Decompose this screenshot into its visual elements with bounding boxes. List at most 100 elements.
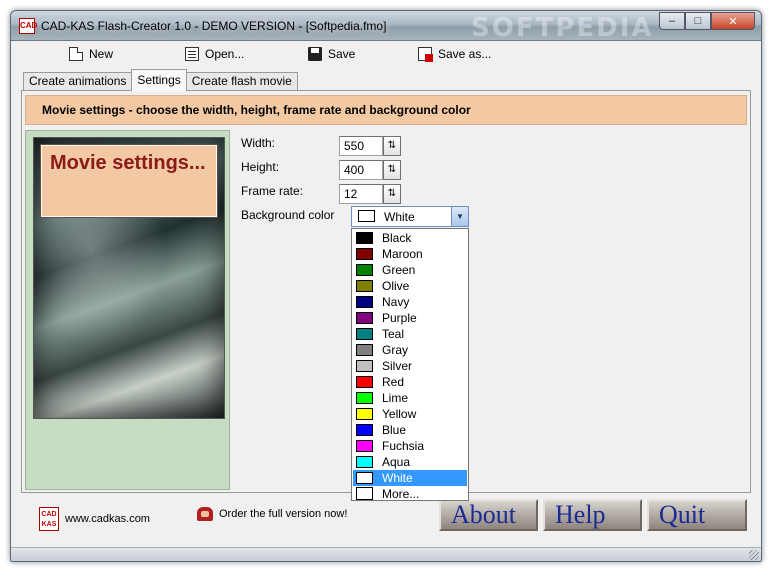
footer: CAD KAS www.cadkas.com Order the full ve… <box>11 495 761 545</box>
cadkas-logo-icon: CAD KAS <box>39 507 59 531</box>
color-option-white[interactable]: White <box>353 470 467 486</box>
open-label: Open... <box>205 47 245 61</box>
website-label: www.cadkas.com <box>65 513 150 525</box>
color-option-label: Navy <box>382 295 410 309</box>
height-spinner[interactable]: ⇅ <box>383 160 401 180</box>
toolbar: New Open... Save Save as... <box>11 43 761 69</box>
color-swatch <box>356 440 373 452</box>
color-swatch <box>356 408 373 420</box>
color-option-red[interactable]: Red <box>353 374 467 390</box>
bgcolor-combo[interactable]: White ▼ <box>351 206 469 227</box>
floppy-disk-icon <box>308 47 322 61</box>
color-option-gray[interactable]: Gray <box>353 342 467 358</box>
color-swatch <box>356 280 373 292</box>
help-button[interactable]: Help <box>543 499 642 531</box>
color-swatch <box>356 424 373 436</box>
tab-create-animations[interactable]: Create animations <box>23 72 133 91</box>
color-option-label: Purple <box>382 311 417 325</box>
selected-color-swatch <box>358 210 375 222</box>
tab-settings[interactable]: Settings <box>131 69 187 91</box>
color-option-label: Red <box>382 375 405 389</box>
phone-icon <box>197 507 213 521</box>
open-button[interactable]: Open... <box>185 47 244 61</box>
bgcolor-label: Background color <box>241 208 335 222</box>
color-swatch <box>356 360 373 372</box>
open-file-icon <box>185 47 199 61</box>
color-option-label: White <box>382 471 413 485</box>
color-swatch <box>356 456 373 468</box>
framerate-label: Frame rate: <box>241 184 304 198</box>
side-panel: Movie settings... <box>25 130 230 490</box>
width-label: Width: <box>241 136 276 150</box>
minimize-button[interactable]: – <box>659 12 685 30</box>
save-button[interactable]: Save <box>308 47 355 61</box>
save-as-label: Save as... <box>438 47 492 61</box>
window-title: CAD-KAS Flash-Creator 1.0 - DEMO VERSION… <box>41 19 387 33</box>
framerate-input[interactable]: 12 <box>339 184 383 204</box>
color-option-silver[interactable]: Silver <box>353 358 467 374</box>
maximize-button[interactable]: □ <box>685 12 711 30</box>
save-as-icon <box>418 47 433 62</box>
new-button[interactable]: New <box>69 47 113 61</box>
website-link[interactable]: CAD KAS www.cadkas.com <box>39 507 150 531</box>
color-swatch <box>356 328 373 340</box>
color-option-purple[interactable]: Purple <box>353 310 467 326</box>
framerate-spinner[interactable]: ⇅ <box>383 184 401 204</box>
color-option-label: Gray <box>382 343 409 357</box>
resize-grip-icon[interactable] <box>749 550 759 560</box>
status-bar <box>11 547 761 561</box>
window-controls: – □ ✕ <box>659 12 755 30</box>
color-swatch <box>356 248 373 260</box>
color-option-fuchsia[interactable]: Fuchsia <box>353 438 467 454</box>
about-button[interactable]: About <box>439 499 538 531</box>
decorative-photo: Movie settings... <box>33 137 225 419</box>
color-option-label: Green <box>382 263 416 277</box>
color-swatch <box>356 312 373 324</box>
color-swatch <box>356 264 373 276</box>
order-label: Order the full version now! <box>219 508 348 520</box>
color-option-black[interactable]: Black <box>353 230 467 246</box>
selected-color-label: White <box>384 210 415 224</box>
width-spinner[interactable]: ⇅ <box>383 136 401 156</box>
color-swatch <box>356 376 373 388</box>
color-swatch <box>356 296 373 308</box>
watermark: SOFTPEDIA <box>471 13 654 43</box>
height-input[interactable]: 400 <box>339 160 383 180</box>
color-option-aqua[interactable]: Aqua <box>353 454 467 470</box>
save-label: Save <box>328 47 356 61</box>
close-button[interactable]: ✕ <box>711 12 755 30</box>
color-option-blue[interactable]: Blue <box>353 422 467 438</box>
title-bar[interactable]: CAD CAD-KAS Flash-Creator 1.0 - DEMO VER… <box>11 11 761 43</box>
color-dropdown-list: Black Maroon Green Olive Navy Purple Teal Gray S… <box>351 228 469 501</box>
tab-create-flash-movie[interactable]: Create flash movie <box>185 72 298 91</box>
chevron-down-icon[interactable]: ▼ <box>451 207 468 226</box>
height-label: Height: <box>241 160 280 174</box>
color-option-label: Lime <box>382 391 409 405</box>
color-option-green[interactable]: Green <box>353 262 467 278</box>
settings-banner: Movie settings - choose the width, heigh… <box>25 95 747 125</box>
width-input[interactable]: 550 <box>339 136 383 156</box>
color-option-yellow[interactable]: Yellow <box>353 406 467 422</box>
color-option-lime[interactable]: Lime <box>353 390 467 406</box>
color-swatch <box>356 232 373 244</box>
color-swatch <box>356 472 373 484</box>
side-heading: Movie settings... <box>40 144 218 218</box>
color-option-navy[interactable]: Navy <box>353 294 467 310</box>
color-option-label: Teal <box>382 327 405 341</box>
color-option-teal[interactable]: Teal <box>353 326 467 342</box>
save-as-button[interactable]: Save as... <box>418 47 492 62</box>
color-option-maroon[interactable]: Maroon <box>353 246 467 262</box>
tab-strip: Create animations Settings Create flash … <box>23 69 298 91</box>
color-option-label: Yellow <box>382 407 417 421</box>
settings-panel: Movie settings - choose the width, heigh… <box>21 90 751 501</box>
color-option-more[interactable]: More... <box>353 486 467 502</box>
order-link[interactable]: Order the full version now! <box>197 507 347 521</box>
color-option-label: Fuchsia <box>382 439 425 453</box>
color-option-olive[interactable]: Olive <box>353 278 467 294</box>
color-option-label: Aqua <box>382 455 411 469</box>
color-option-label: More... <box>382 487 420 501</box>
app-icon[interactable]: CAD <box>19 18 37 34</box>
quit-button[interactable]: Quit <box>647 499 747 531</box>
new-file-icon <box>69 47 83 61</box>
color-swatch <box>356 344 373 356</box>
